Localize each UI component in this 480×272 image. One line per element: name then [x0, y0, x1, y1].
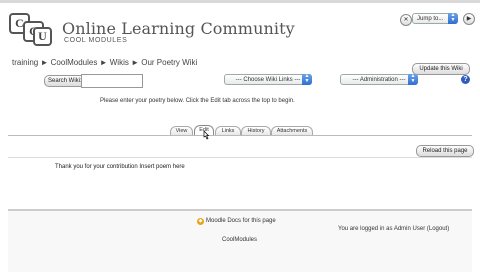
wiki-links-select[interactable]: --- Choose Wiki Links --- ▲ ▼: [224, 74, 312, 85]
site-subtitle: COOL MODULES: [64, 37, 128, 44]
breadcrumb-separator-icon: ►: [131, 58, 139, 67]
logout-link[interactable]: (Logout): [427, 226, 449, 232]
search-wiki-button[interactable]: Search Wiki:: [44, 75, 86, 87]
intro-text: Please enter your poetry below. Click th…: [100, 98, 295, 104]
login-prefix: You are logged in as: [338, 226, 393, 232]
help-icon[interactable]: ?: [461, 75, 470, 84]
jump-to-select[interactable]: Jump to... ▲ ▼: [412, 13, 458, 24]
select-arrows-icon: ▲ ▼: [302, 74, 312, 85]
site-title: Online Learning Community: [62, 19, 295, 38]
mouse-pointer-icon: [203, 130, 210, 140]
select-arrows-icon: ▲ ▼: [448, 13, 458, 24]
window-top-strip: [0, 0, 480, 3]
reload-page-button[interactable]: Reload this page: [416, 145, 474, 157]
moodle-docs-link[interactable]: Moodle Docs for this page: [206, 218, 276, 224]
course-link[interactable]: CoolModules: [222, 237, 257, 243]
administration-label: --- Administration ---: [352, 77, 406, 83]
moodle-docs-icon[interactable]: ◆: [197, 218, 204, 225]
select-arrows-icon: ▲ ▼: [408, 74, 418, 85]
login-info: You are logged in as Admin User (Logout): [338, 226, 449, 232]
breadcrumb-current: Our Poetry Wiki: [141, 58, 198, 67]
tabs-divider: [8, 135, 472, 136]
search-input[interactable]: [81, 74, 143, 88]
site-logo[interactable]: C C U: [9, 13, 52, 46]
logo-letter-3: U: [33, 27, 52, 46]
user-link[interactable]: Admin User: [394, 226, 425, 232]
go-arrow-button[interactable]: ▶: [463, 13, 475, 25]
breadcrumb-wikis[interactable]: Wikis: [110, 58, 129, 67]
close-circle-button[interactable]: ✕: [400, 14, 412, 26]
breadcrumb-training[interactable]: training: [12, 58, 38, 67]
section-divider: [8, 157, 472, 158]
jump-to-label: Jump to...: [417, 16, 444, 22]
wiki-content: Thank you for your contribution Insert p…: [55, 164, 185, 170]
breadcrumb-coolmodules[interactable]: CoolModules: [51, 58, 98, 67]
breadcrumb-separator-icon: ►: [99, 58, 108, 67]
administration-select[interactable]: --- Administration --- ▲ ▼: [340, 74, 418, 85]
breadcrumb: training ► CoolModules ► Wikis ► Our Poe…: [12, 58, 197, 67]
update-wiki-button[interactable]: Update this Wiki: [412, 63, 470, 75]
breadcrumb-separator-icon: ►: [40, 58, 49, 67]
wiki-links-label: --- Choose Wiki Links ---: [235, 77, 301, 83]
